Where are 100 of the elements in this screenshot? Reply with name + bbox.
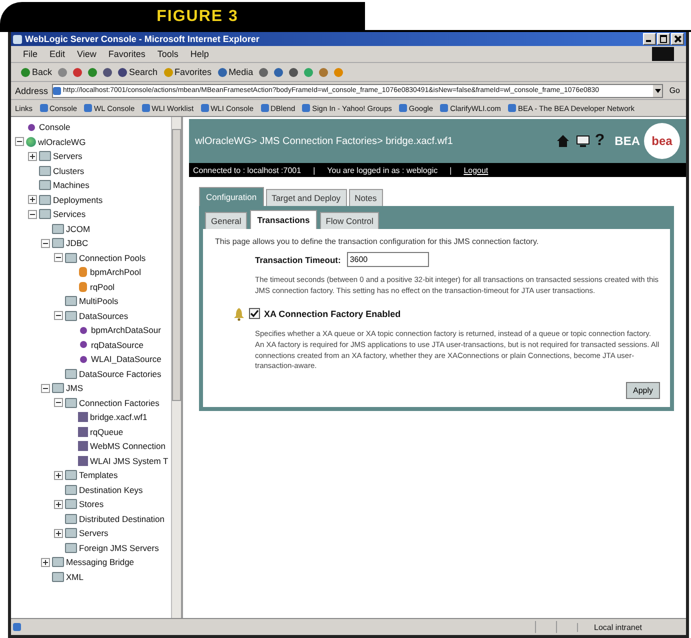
tab[interactable]: Flow Control xyxy=(320,212,380,229)
tree-item[interactable]: JDBC xyxy=(66,238,88,248)
apply-button[interactable]: Apply xyxy=(626,382,660,400)
home-icon[interactable] xyxy=(554,133,571,149)
folder-icon xyxy=(39,151,51,162)
tree-item[interactable]: Messaging Bridge xyxy=(66,557,134,568)
expander-icon[interactable] xyxy=(54,311,63,320)
folder-icon xyxy=(65,398,77,408)
console-dot-icon xyxy=(28,124,35,131)
zone-text: Local intranet xyxy=(577,622,684,632)
folder-icon xyxy=(65,484,77,495)
bea-logo: BEA xyxy=(614,134,640,148)
datasource-dot-icon xyxy=(80,356,87,363)
tree-item[interactable]: XML xyxy=(66,572,84,582)
tree-item[interactable]: rqDataSource xyxy=(91,340,144,350)
close-icon[interactable] xyxy=(671,33,684,45)
expander-icon[interactable] xyxy=(41,238,50,248)
scroll-bar[interactable] xyxy=(171,117,181,618)
separator-text: | xyxy=(450,166,452,174)
menu-item[interactable]: Tools xyxy=(157,49,178,59)
tree-item[interactable]: DataSources xyxy=(79,310,128,321)
folder-icon xyxy=(52,383,64,394)
tree-item[interactable]: JCOM xyxy=(66,224,90,234)
tab[interactable]: Notes xyxy=(348,189,383,206)
tab[interactable]: Target and Deploy xyxy=(266,189,347,206)
tree-item[interactable]: Machines xyxy=(53,180,90,190)
timeout-field[interactable]: 3600 xyxy=(346,252,429,267)
folder-icon xyxy=(52,238,64,248)
folder-icon xyxy=(65,296,77,306)
expander-icon[interactable] xyxy=(41,384,50,393)
pool-icon xyxy=(79,267,87,278)
tree-item[interactable]: JMS xyxy=(66,383,83,394)
tree-item[interactable]: Stores xyxy=(79,499,104,510)
expander-icon[interactable] xyxy=(54,398,63,408)
tree-item[interactable]: wlOracleWG xyxy=(38,136,86,147)
tree-item[interactable]: Destination Keys xyxy=(79,484,143,495)
tree-item[interactable]: rqQueue xyxy=(90,426,124,437)
breadcrumb: wlOracleWG> JMS Connection Factories> bridge.xacf.wf1 xyxy=(195,136,454,146)
page-icon xyxy=(13,623,21,631)
expander-icon[interactable] xyxy=(28,210,37,219)
factory-icon xyxy=(78,456,88,466)
help-icon[interactable]: ? xyxy=(594,132,605,150)
tree-item[interactable]: Connection Pools xyxy=(79,252,146,263)
tree-item[interactable]: DataSource Factories xyxy=(79,368,162,379)
tree-item[interactable]: Console xyxy=(39,122,70,132)
folder-icon xyxy=(52,557,64,568)
tab[interactable]: General xyxy=(205,212,248,229)
field-label: Transaction Timeout: xyxy=(255,254,341,264)
toolbar-button[interactable]: Search xyxy=(118,67,158,77)
tree-item[interactable]: Templates xyxy=(79,470,118,480)
menu-item[interactable]: View xyxy=(77,49,96,59)
folder-icon xyxy=(65,528,77,538)
tab[interactable]: Transactions xyxy=(250,210,317,229)
expander-icon[interactable] xyxy=(54,470,63,480)
tree-item[interactable]: rqPool xyxy=(90,282,115,292)
logout-link[interactable]: Logout xyxy=(464,166,488,174)
tree-item[interactable]: Foreign JMS Servers xyxy=(79,542,159,553)
tree-item[interactable]: Connection Factories xyxy=(79,398,160,408)
menu-item[interactable]: Favorites xyxy=(108,49,146,59)
folder-icon xyxy=(65,542,77,553)
tree-item[interactable]: Clusters xyxy=(53,166,84,176)
expander-icon[interactable] xyxy=(15,137,24,146)
maximize-icon[interactable] xyxy=(657,33,670,45)
go-button[interactable]: Go xyxy=(667,86,682,95)
tree-item[interactable]: Servers xyxy=(53,151,82,162)
expander-icon[interactable] xyxy=(54,500,63,509)
tree-item[interactable]: Servers xyxy=(79,528,108,538)
tree-item[interactable]: Deployments xyxy=(53,194,103,205)
menu-item[interactable]: Help xyxy=(190,49,209,59)
tree-item[interactable]: WLAI JMS System T xyxy=(90,456,168,466)
address-label: Address xyxy=(15,86,48,96)
factory-icon xyxy=(78,412,88,422)
tree-item[interactable]: Distributed Destination xyxy=(79,514,165,524)
tab[interactable]: Configuration xyxy=(199,187,264,206)
tree-item[interactable]: Services xyxy=(53,209,86,220)
tree-item[interactable]: bpmArchDataSour xyxy=(91,325,161,336)
toolbar-button[interactable]: Back xyxy=(21,67,52,77)
tree-item[interactable]: bpmArchPool xyxy=(90,267,142,278)
factory-icon xyxy=(78,441,88,452)
toolbar-button[interactable]: Favorites xyxy=(164,67,212,77)
window-title: WebLogic Server Console - Microsoft Internet Explorer xyxy=(25,34,260,44)
expander-icon[interactable] xyxy=(54,253,63,262)
toolbar-button[interactable]: Media xyxy=(218,67,254,77)
expander-icon[interactable] xyxy=(41,558,50,567)
tree-item[interactable]: MultiPools xyxy=(79,296,118,306)
checkbox[interactable] xyxy=(249,308,260,320)
expander-icon[interactable] xyxy=(28,152,37,161)
tree-item[interactable]: WebMS Connection xyxy=(90,441,166,452)
expander-icon[interactable] xyxy=(28,195,37,204)
tree-item[interactable]: bridge.xacf.wf1 xyxy=(90,412,148,422)
expander-icon[interactable] xyxy=(54,528,63,538)
minimize-icon[interactable] xyxy=(643,33,656,45)
monitor-icon[interactable] xyxy=(574,134,591,148)
menu-item[interactable]: Edit xyxy=(50,49,66,59)
folder-icon xyxy=(65,252,77,263)
tree-item[interactable]: WLAI_DataSource xyxy=(91,354,162,364)
folder-icon xyxy=(65,368,77,379)
folder-icon xyxy=(65,514,77,524)
menu-item[interactable]: File xyxy=(23,49,38,59)
folder-icon xyxy=(39,194,51,205)
